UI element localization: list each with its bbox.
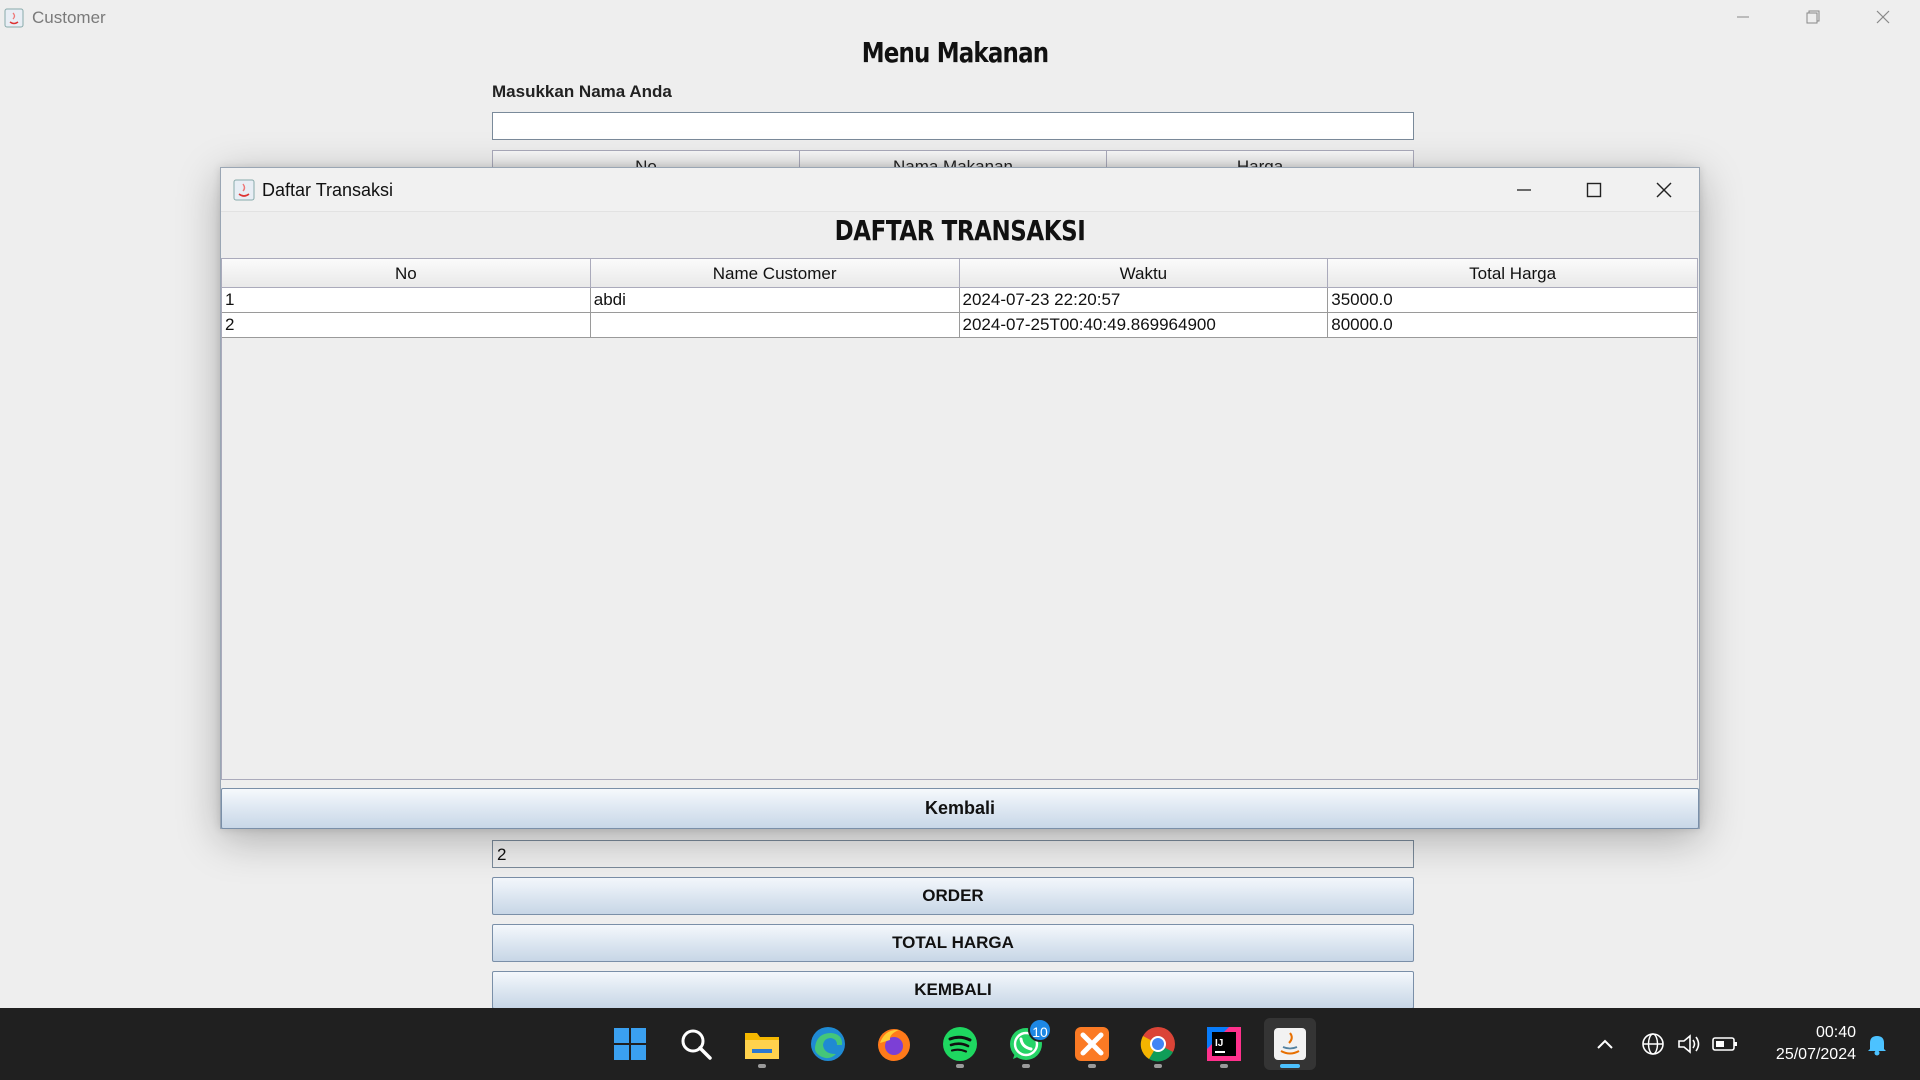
close-icon	[1876, 10, 1890, 24]
running-indicator	[956, 1064, 964, 1068]
menu-col-no[interactable]: No	[493, 151, 800, 168]
java-button[interactable]	[1264, 1018, 1316, 1070]
search-button[interactable]	[670, 1018, 722, 1070]
edge-icon	[811, 1027, 845, 1061]
dialog-maximize-button[interactable]	[1559, 168, 1629, 212]
java-icon	[1274, 1028, 1306, 1060]
cell-no[interactable]: 2	[222, 313, 591, 337]
show-hidden-icons-button[interactable]	[1590, 1008, 1620, 1080]
close-button[interactable]	[1848, 0, 1918, 34]
table-row[interactable]: 1 abdi 2024-07-23 22:20:57 35000.0	[222, 288, 1697, 313]
whatsapp-button[interactable]: 10	[1000, 1018, 1052, 1070]
battery-icon	[1712, 1037, 1737, 1051]
edge-button[interactable]	[802, 1018, 854, 1070]
col-waktu[interactable]: Waktu	[960, 259, 1329, 287]
spotify-icon	[943, 1027, 977, 1061]
cell-waktu[interactable]: 2024-07-23 22:20:57	[960, 288, 1329, 312]
table-row[interactable]: 2 2024-07-25T00:40:49.869964900 80000.0	[222, 313, 1697, 338]
intellij-icon: IJ	[1207, 1027, 1241, 1061]
firefox-button[interactable]	[868, 1018, 920, 1070]
intellij-button[interactable]: IJ	[1198, 1018, 1250, 1070]
java-app-icon	[4, 8, 24, 28]
name-input[interactable]	[492, 112, 1414, 140]
chevron-up-icon	[1597, 1039, 1613, 1049]
dialog-titlebar[interactable]: Daftar Transaksi	[221, 168, 1699, 212]
dialog-close-button[interactable]	[1629, 168, 1699, 212]
chrome-icon	[1140, 1027, 1175, 1062]
restore-button[interactable]	[1778, 0, 1848, 34]
transaction-table: No Name Customer Waktu Total Harga 1 abd…	[221, 258, 1698, 780]
cell-total-harga[interactable]: 80000.0	[1328, 313, 1697, 337]
xampp-button[interactable]	[1066, 1018, 1118, 1070]
menu-col-nama-makanan[interactable]: Nama Makanan	[800, 151, 1107, 168]
restore-icon	[1806, 10, 1820, 24]
dialog-title: Daftar Transaksi	[262, 180, 394, 200]
col-no[interactable]: No	[222, 259, 591, 287]
menu-table-header: No Nama Makanan Harga	[492, 150, 1414, 168]
close-icon	[1656, 182, 1672, 198]
dialog-heading: DAFTAR TRANSAKSI	[834, 214, 1086, 247]
start-button[interactable]	[604, 1018, 656, 1070]
clock[interactable]: 00:40 25/07/2024	[1776, 1022, 1856, 1066]
total-harga-button[interactable]: TOTAL HARGA	[492, 924, 1414, 962]
menu-title: Menu Makanan	[861, 36, 1049, 69]
cell-name-customer[interactable]	[591, 313, 960, 337]
cell-no[interactable]: 1	[222, 288, 591, 312]
col-name-customer[interactable]: Name Customer	[591, 259, 960, 287]
svg-text:IJ: IJ	[1215, 1038, 1223, 1049]
taskbar: 10 IJ 00:40 25/07/2024	[0, 1008, 1920, 1080]
cell-waktu[interactable]: 2024-07-25T00:40:49.869964900	[960, 313, 1329, 337]
firefox-icon	[878, 1029, 910, 1061]
table-header: No Name Customer Waktu Total Harga	[222, 259, 1697, 288]
globe-icon	[1642, 1033, 1664, 1055]
minimize-icon	[1737, 16, 1749, 18]
menu-col-harga[interactable]: Harga	[1107, 151, 1413, 168]
order-button[interactable]: ORDER	[492, 877, 1414, 915]
xampp-icon	[1075, 1027, 1109, 1061]
maximize-icon	[1586, 182, 1602, 198]
running-indicator	[1280, 1064, 1300, 1068]
chrome-button[interactable]	[1132, 1018, 1184, 1070]
minimize-icon	[1517, 189, 1531, 191]
daftar-transaksi-dialog: Daftar Transaksi DAFTAR TRANSAKSI No Nam…	[220, 167, 1700, 829]
clock-time: 00:40	[1815, 1024, 1856, 1041]
clock-date: 25/07/2024	[1775, 1046, 1856, 1063]
minimize-button[interactable]	[1708, 0, 1778, 34]
start-icon	[614, 1028, 646, 1060]
network-button[interactable]	[1638, 1008, 1668, 1080]
battery-button[interactable]	[1710, 1008, 1740, 1080]
notifications-button[interactable]	[1862, 1008, 1892, 1080]
file-explorer-icon	[745, 1033, 779, 1059]
customer-titlebar: Customer	[0, 0, 1920, 34]
volume-button[interactable]	[1674, 1008, 1704, 1080]
running-indicator	[1022, 1064, 1030, 1068]
dialog-minimize-button[interactable]	[1489, 168, 1559, 212]
bell-icon	[1868, 1036, 1886, 1056]
running-indicator	[758, 1064, 766, 1068]
cell-total-harga[interactable]: 35000.0	[1328, 288, 1697, 312]
quantity-input[interactable]: 2	[492, 840, 1414, 868]
file-explorer-button[interactable]	[736, 1018, 788, 1070]
running-indicator	[1154, 1064, 1162, 1068]
cell-name-customer[interactable]: abdi	[591, 288, 960, 312]
kembali-button[interactable]: Kembali	[221, 788, 1699, 829]
name-label: Masukkan Nama Anda	[492, 82, 672, 101]
running-indicator	[1220, 1064, 1228, 1068]
search-icon	[681, 1029, 712, 1060]
customer-window-title: Customer	[32, 8, 106, 27]
col-total-harga[interactable]: Total Harga	[1328, 259, 1697, 287]
running-indicator	[1088, 1064, 1096, 1068]
notification-badge: 10	[1028, 1018, 1052, 1042]
spotify-button[interactable]	[934, 1018, 986, 1070]
java-app-icon	[233, 179, 255, 201]
speaker-icon	[1678, 1034, 1700, 1054]
kembali-customer-button[interactable]: KEMBALI	[492, 971, 1414, 1009]
